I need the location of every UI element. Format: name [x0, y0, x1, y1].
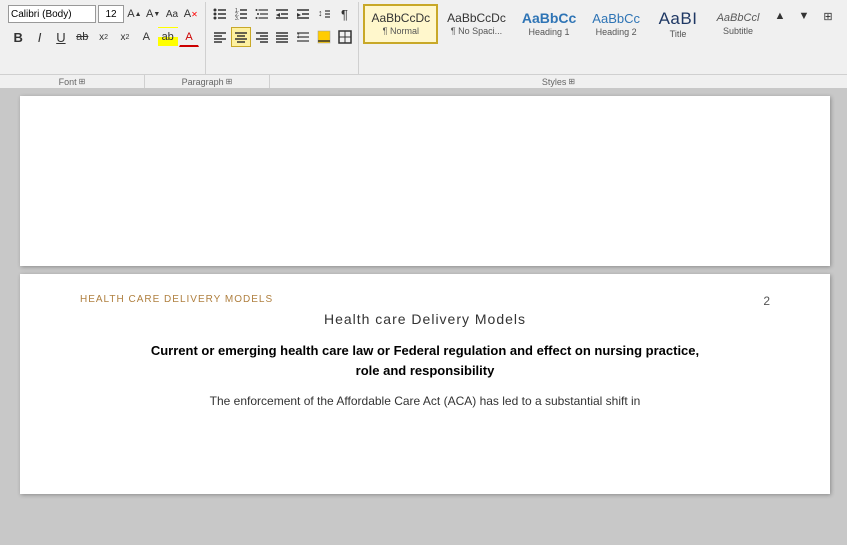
text-effects-btn[interactable]: A	[136, 27, 156, 47]
font-group: A▲ A▼ Aa A✕ B I U ab x2 x2 A ab A	[4, 2, 206, 74]
styles-scroll-up-btn[interactable]: ▲	[769, 6, 791, 26]
style-title-label: Title	[670, 29, 687, 39]
ribbon: A▲ A▼ Aa A✕ B I U ab x2 x2 A ab A	[0, 0, 847, 88]
sort-btn[interactable]: ↕	[314, 4, 334, 24]
style-no-spacing[interactable]: AaBbCcDc ¶ No Spaci...	[440, 4, 513, 44]
style-normal-preview: AaBbCcDc	[371, 12, 430, 24]
para-top-row: 1.2.3. ↕ ¶	[210, 4, 354, 24]
show-marks-btn[interactable]: ¶	[335, 4, 355, 24]
align-right-btn[interactable]	[252, 27, 272, 47]
line-spacing-btn[interactable]: ↕	[293, 27, 313, 47]
justify-btn[interactable]	[272, 27, 292, 47]
shading-btn[interactable]	[314, 27, 334, 47]
font-name-input[interactable]	[8, 5, 96, 23]
multilevel-list-btn[interactable]	[252, 4, 272, 24]
style-heading1[interactable]: AaBbCc Heading 1	[515, 4, 583, 44]
document-title: Health care Delivery Models	[80, 311, 770, 327]
bold-heading-line2: role and responsibility	[356, 363, 495, 378]
increase-indent-btn[interactable]	[293, 4, 313, 24]
font-group-label[interactable]: Font ⊞	[0, 75, 145, 88]
style-normal[interactable]: AaBbCcDc ¶ Normal	[363, 4, 438, 44]
font-bottom-row: B I U ab x2 x2 A ab A	[8, 27, 199, 47]
strikethrough-btn[interactable]: ab	[72, 27, 92, 47]
para-bottom-row: ↕	[210, 27, 354, 47]
ribbon-main: A▲ A▼ Aa A✕ B I U ab x2 x2 A ab A	[0, 0, 847, 74]
paragraph-group: 1.2.3. ↕ ¶	[206, 2, 359, 74]
svg-text:↕: ↕	[296, 30, 301, 40]
page-header: HEALTH CARE DELIVERY MODELS	[80, 294, 770, 305]
page-2: HEALTH CARE DELIVERY MODELS 2 Health car…	[20, 274, 830, 494]
paragraph-expand-icon[interactable]: ⊞	[226, 77, 233, 86]
change-case-btn[interactable]: Aa	[164, 4, 181, 24]
style-no-spacing-preview: AaBbCcDc	[447, 12, 506, 24]
font-shrink-btn[interactable]: A▼	[145, 4, 162, 24]
align-center-btn[interactable]	[231, 27, 251, 47]
font-color-btn[interactable]: A	[179, 27, 199, 47]
svg-text:↕: ↕	[318, 8, 323, 18]
clear-formatting-btn[interactable]: A✕	[182, 4, 199, 24]
font-top-row: A▲ A▼ Aa A✕	[8, 4, 199, 24]
style-normal-label: ¶ Normal	[383, 26, 419, 36]
bullets-btn[interactable]	[210, 4, 230, 24]
svg-text:3.: 3.	[235, 16, 239, 21]
style-heading1-preview: AaBbCc	[522, 11, 576, 25]
underline-btn[interactable]: U	[51, 27, 71, 47]
borders-btn[interactable]	[335, 27, 355, 47]
style-subtitle-label: Subtitle	[723, 26, 753, 36]
styles-row: AaBbCcDc ¶ Normal AaBbCcDc ¶ No Spaci...…	[363, 4, 839, 72]
font-grow-btn[interactable]: A▲	[126, 4, 143, 24]
align-left-btn[interactable]	[210, 27, 230, 47]
numbering-btn[interactable]: 1.2.3.	[231, 4, 251, 24]
page-number: 2	[763, 294, 770, 308]
superscript-btn[interactable]: x2	[115, 27, 135, 47]
style-no-spacing-label: ¶ No Spaci...	[451, 26, 502, 36]
subscript-btn[interactable]: x2	[93, 27, 113, 47]
styles-group-label[interactable]: Styles ⊞	[270, 75, 847, 88]
style-heading2-label: Heading 2	[596, 27, 637, 37]
body-text: The enforcement of the Affordable Care A…	[80, 392, 770, 411]
styles-more-btn[interactable]: ⊞	[817, 6, 839, 26]
bold-heading: Current or emerging health care law or F…	[80, 341, 770, 380]
group-labels-row: Font ⊞ Paragraph ⊞ Styles ⊞	[0, 74, 847, 88]
styles-scroll-down-btn[interactable]: ▼	[793, 6, 815, 26]
bold-btn[interactable]: B	[8, 27, 28, 47]
page-1	[20, 96, 830, 266]
style-subtitle[interactable]: AaBbCcl Subtitle	[709, 4, 767, 44]
document-area: HEALTH CARE DELIVERY MODELS 2 Health car…	[0, 88, 847, 545]
style-heading2-preview: AaBbCc	[592, 12, 640, 25]
paragraph-group-label[interactable]: Paragraph ⊞	[145, 75, 270, 88]
font-expand-icon[interactable]: ⊞	[79, 77, 86, 86]
style-heading2[interactable]: AaBbCc Heading 2	[585, 4, 647, 44]
italic-btn[interactable]: I	[29, 27, 49, 47]
styles-group: AaBbCcDc ¶ Normal AaBbCcDc ¶ No Spaci...…	[359, 2, 843, 74]
style-subtitle-preview: AaBbCcl	[717, 13, 760, 24]
highlight-btn[interactable]: ab	[158, 27, 178, 47]
style-title-preview: AaBI	[659, 10, 698, 27]
style-title[interactable]: AaBI Title	[649, 4, 707, 44]
style-heading1-label: Heading 1	[529, 27, 570, 37]
styles-expand-icon[interactable]: ⊞	[568, 77, 575, 86]
font-size-input[interactable]	[98, 5, 124, 23]
bold-heading-line1: Current or emerging health care law or F…	[151, 343, 699, 358]
decrease-indent-btn[interactable]	[272, 4, 292, 24]
